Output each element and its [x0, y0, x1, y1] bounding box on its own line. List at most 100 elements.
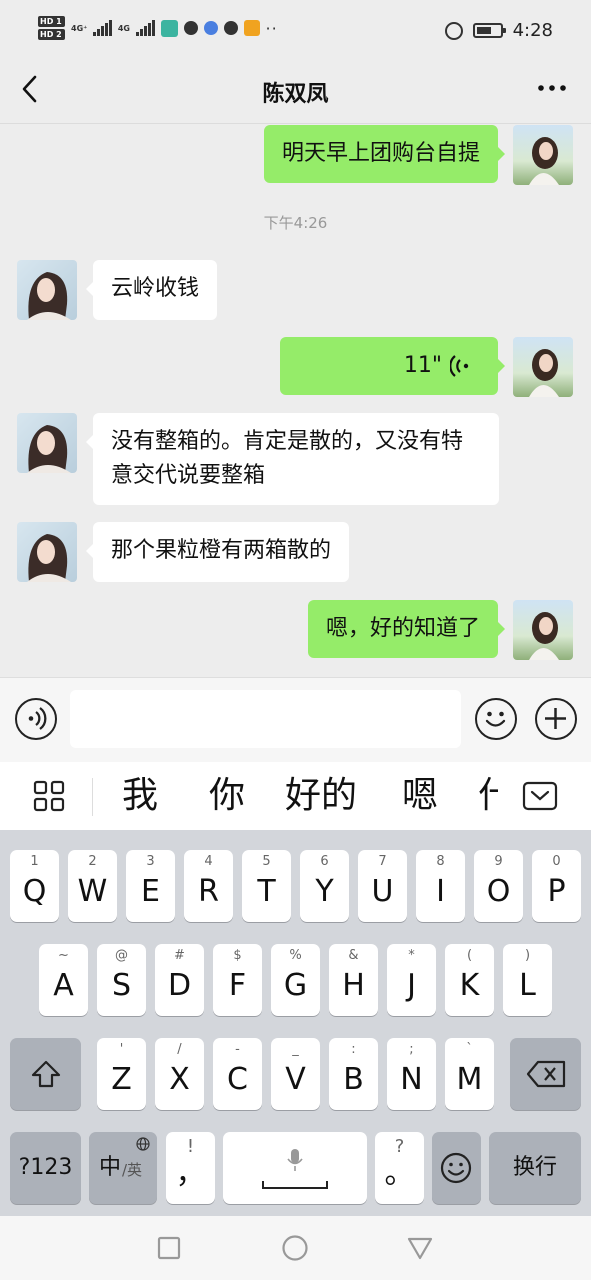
message-input-bar — [0, 677, 591, 762]
message-bubble-outgoing[interactable]: 嗯，好的知道了 — [307, 600, 506, 658]
key-k[interactable]: (K — [445, 944, 494, 1016]
key-e[interactable]: 3E — [126, 850, 175, 922]
contact-avatar[interactable] — [17, 260, 77, 320]
key-h[interactable]: & H — [329, 944, 378, 1016]
key-w[interactable]: 2W — [68, 850, 117, 922]
recent-apps-icon[interactable] — [157, 1236, 181, 1260]
message-bubble-incoming[interactable]: 没有整箱的。肯定是散的，又没有特意交代说要整箱 — [86, 413, 499, 505]
signal-icon — [93, 20, 112, 36]
message-text: 云岭收钱 — [111, 276, 200, 301]
status-left-group: HD 1 HD 2 4G⁺ 4G ·· — [38, 16, 278, 40]
contact-name: 陈双凤 — [262, 82, 329, 107]
network-type-1: 4G⁺ — [71, 23, 88, 33]
my-avatar[interactable] — [513, 125, 573, 185]
emoji-key[interactable] — [432, 1132, 481, 1204]
message-text-input[interactable] — [70, 690, 461, 748]
message-bubble-outgoing[interactable]: 明天早上团购台自提 — [263, 125, 506, 183]
ime-candidate-bar: 我 你 好的 嗯 什 — [0, 762, 591, 830]
collapse-keyboard-icon[interactable] — [522, 781, 558, 811]
space-bar-icon — [262, 1181, 328, 1189]
more-functions-button[interactable] — [535, 698, 577, 740]
sim2-badge: HD 2 — [38, 29, 65, 40]
voice-wave-icon — [450, 355, 469, 377]
key-z[interactable]: ' Z — [97, 1038, 146, 1110]
smiley-icon — [485, 711, 506, 727]
chat-header: 陈双凤 — [0, 62, 591, 124]
contact-avatar[interactable] — [17, 522, 77, 582]
back-triangle-icon[interactable] — [406, 1236, 434, 1262]
more-button[interactable] — [537, 78, 567, 100]
signal-icon-2 — [136, 20, 155, 36]
key-c[interactable]: -C — [213, 1038, 262, 1110]
key-j[interactable]: * J — [387, 944, 436, 1016]
key-d[interactable]: # D — [155, 944, 204, 1016]
key-b[interactable]: :B — [329, 1038, 378, 1110]
key-m[interactable]: ` M — [445, 1038, 494, 1110]
my-avatar[interactable] — [513, 600, 573, 660]
key-n[interactable]: ; N — [387, 1038, 436, 1110]
key-v[interactable]: _ V — [271, 1038, 320, 1110]
keyboard: 1Q 2W 3E 4R 5T 6Y 7U 8I 9O 0P ~ A @ S # D $… — [0, 830, 591, 1216]
key-y[interactable]: 6Y — [300, 850, 349, 922]
microphone-icon — [287, 1149, 303, 1171]
key-g[interactable]: % G — [271, 944, 320, 1016]
key-i[interactable]: 8I — [416, 850, 465, 922]
key-s[interactable]: @ S — [97, 944, 146, 1016]
chat-message-list[interactable]: 明天早上团购台自提 下午4:26 云岭收钱 11" 没有整箱的。肯定是散的，又没… — [0, 125, 591, 677]
browser-icon — [203, 21, 218, 35]
key-l[interactable]: ) L — [503, 944, 552, 1016]
ime-menu-grid-icon[interactable] — [33, 780, 65, 812]
home-icon[interactable] — [281, 1234, 309, 1262]
key-o[interactable]: 9O — [474, 850, 523, 922]
more-dots-icon — [538, 85, 566, 91]
network-type-2: 4G — [117, 23, 130, 33]
key-r[interactable]: 4R — [184, 850, 233, 922]
candidate-word[interactable]: 什 — [478, 774, 498, 818]
space-key[interactable] — [223, 1132, 367, 1204]
message-bubble-incoming[interactable]: 云岭收钱 — [85, 260, 218, 320]
my-avatar[interactable] — [513, 337, 573, 397]
voice-duration: 11" — [403, 353, 442, 378]
globe-icon — [136, 1137, 150, 1151]
numbers-symbols-key[interactable]: ?123 — [10, 1132, 81, 1204]
alarm-icon — [444, 21, 463, 40]
status-bar: HD 1 HD 2 4G⁺ 4G ·· 4:28 — [0, 0, 591, 62]
comma-key[interactable]: !， — [166, 1132, 215, 1204]
key-u[interactable]: 7U — [358, 850, 407, 922]
key-t[interactable]: 5T — [242, 850, 291, 922]
message-text: 那个果粒橙有两箱散的 — [111, 538, 332, 563]
status-right-group: 4:28 — [444, 20, 553, 41]
message-text: 明天早上团购台自提 — [281, 141, 480, 166]
enter-key[interactable]: 换行 — [489, 1132, 581, 1204]
message-icon — [223, 21, 238, 35]
voice-icon — [28, 707, 47, 730]
shop-icon — [243, 20, 260, 36]
emoji-button[interactable] — [475, 698, 517, 740]
message-bubble-incoming[interactable]: 那个果粒橙有两箱散的 — [85, 522, 350, 582]
message-text: 嗯，好的知道了 — [325, 616, 480, 641]
more-notifications-icon: ·· — [265, 18, 278, 38]
key-q[interactable]: 1Q — [10, 850, 59, 922]
language-switch-key[interactable]: 中 /英 — [89, 1132, 157, 1204]
key-p[interactable]: 0P — [532, 850, 581, 922]
shift-key[interactable] — [10, 1038, 81, 1110]
candidate-word[interactable]: 嗯 — [402, 774, 438, 818]
candidate-word[interactable]: 你 — [209, 774, 245, 818]
battery-icon — [472, 23, 506, 38]
candidate-word[interactable]: 好的 — [285, 774, 357, 818]
voice-message-bubble[interactable]: 11" — [280, 337, 505, 395]
key-f[interactable]: $ F — [213, 944, 262, 1016]
app-notification-icon — [160, 19, 178, 37]
contact-avatar[interactable] — [17, 413, 77, 473]
backspace-key[interactable] — [510, 1038, 581, 1110]
smiley-icon — [440, 1152, 472, 1184]
sim1-badge: HD 1 — [38, 16, 65, 27]
key-x[interactable]: / X — [155, 1038, 204, 1110]
period-key[interactable]: ?。 — [375, 1132, 424, 1204]
divider — [92, 778, 93, 816]
compass-icon — [183, 21, 198, 35]
voice-input-button[interactable] — [15, 698, 57, 740]
backspace-icon — [526, 1060, 566, 1088]
candidate-word[interactable]: 我 — [122, 774, 158, 818]
key-a[interactable]: ~ A — [39, 944, 88, 1016]
